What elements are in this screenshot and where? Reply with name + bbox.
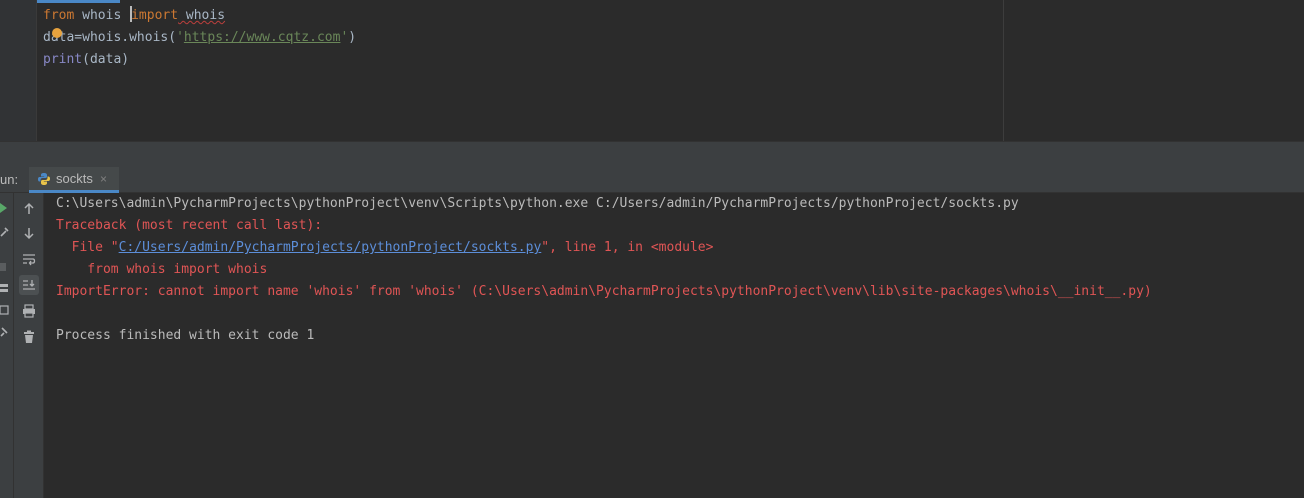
printer-icon — [23, 304, 35, 318]
python-icon — [38, 173, 50, 185]
run-tab-label: sockts — [56, 171, 93, 186]
editor-gutter[interactable] — [0, 0, 37, 141]
panel-separator[interactable] — [0, 141, 1304, 167]
keyword-import: import — [131, 8, 179, 23]
traceback-header: Traceback (most recent call last): — [56, 218, 323, 233]
code-editor[interactable]: from whois import whois data=whois.whois… — [0, 0, 1304, 141]
restore-layout-icon[interactable] — [0, 305, 9, 315]
builtin-print: print — [43, 52, 83, 67]
scroll-up-button[interactable] — [19, 199, 39, 219]
wrench-icon[interactable] — [0, 227, 9, 237]
close-tab-icon[interactable]: × — [100, 167, 107, 191]
run-side-strip — [0, 193, 14, 498]
traceback-source-line: from whois import whois — [56, 262, 268, 277]
stop-icon[interactable] — [0, 263, 6, 271]
soft-wrap-button[interactable] — [19, 249, 39, 269]
assignment-code: data=whois.whois( — [43, 30, 177, 45]
imported-name: whois — [178, 8, 226, 23]
traceback-file-prefix: File " — [56, 240, 119, 255]
arrow-down-icon — [24, 228, 34, 240]
soft-wrap-icon — [23, 254, 36, 266]
traceback-file-line: File "C:/Users/admin/PycharmProjects/pyt… — [56, 237, 714, 259]
code-line-1[interactable]: from whois import whois — [43, 5, 225, 27]
scroll-to-end-icon — [23, 280, 35, 290]
print-args: (data) — [82, 52, 130, 67]
run-tool-window-header: un: sockts × — [0, 167, 1304, 193]
code-line-3[interactable]: print(data) — [43, 49, 129, 71]
rerun-icon[interactable] — [0, 203, 8, 213]
clear-all-button[interactable] — [19, 327, 39, 347]
print-button[interactable] — [19, 301, 39, 321]
string-quote-open: ' — [176, 30, 184, 45]
traceback-file-suffix: ", line 1, in <module> — [541, 240, 714, 255]
intention-bulb-icon[interactable] — [52, 28, 62, 38]
arrow-up-icon — [24, 202, 34, 214]
console-output[interactable]: C:\Users\admin\PycharmProjects\pythonPro… — [44, 193, 1304, 498]
process-exit-line: Process finished with exit code 1 — [56, 328, 315, 343]
run-tab-sockts[interactable]: sockts × — [29, 167, 119, 193]
traceback-file-link[interactable]: C:/Users/admin/PycharmProjects/pythonPro… — [119, 240, 542, 255]
pin-icon[interactable] — [0, 327, 9, 337]
console-toolbar — [14, 193, 44, 498]
layout-icon[interactable] — [0, 283, 9, 293]
trash-icon — [24, 330, 34, 343]
keyword-from: from — [43, 8, 75, 23]
import-error-line: ImportError: cannot import name 'whois' … — [56, 284, 1152, 299]
console-command-line: C:\Users\admin\PycharmProjects\pythonPro… — [56, 196, 1019, 211]
url-string[interactable]: https://www.cqtz.com — [184, 30, 341, 45]
run-label: un: — [0, 172, 19, 187]
scroll-down-button[interactable] — [19, 223, 39, 243]
code-line-2[interactable]: data=whois.whois('https://www.cqtz.com') — [43, 27, 356, 49]
scroll-to-end-button[interactable] — [19, 275, 39, 295]
right-margin-guide — [1003, 0, 1004, 141]
module-name: whois — [74, 8, 130, 23]
call-close-paren: ) — [348, 30, 357, 45]
